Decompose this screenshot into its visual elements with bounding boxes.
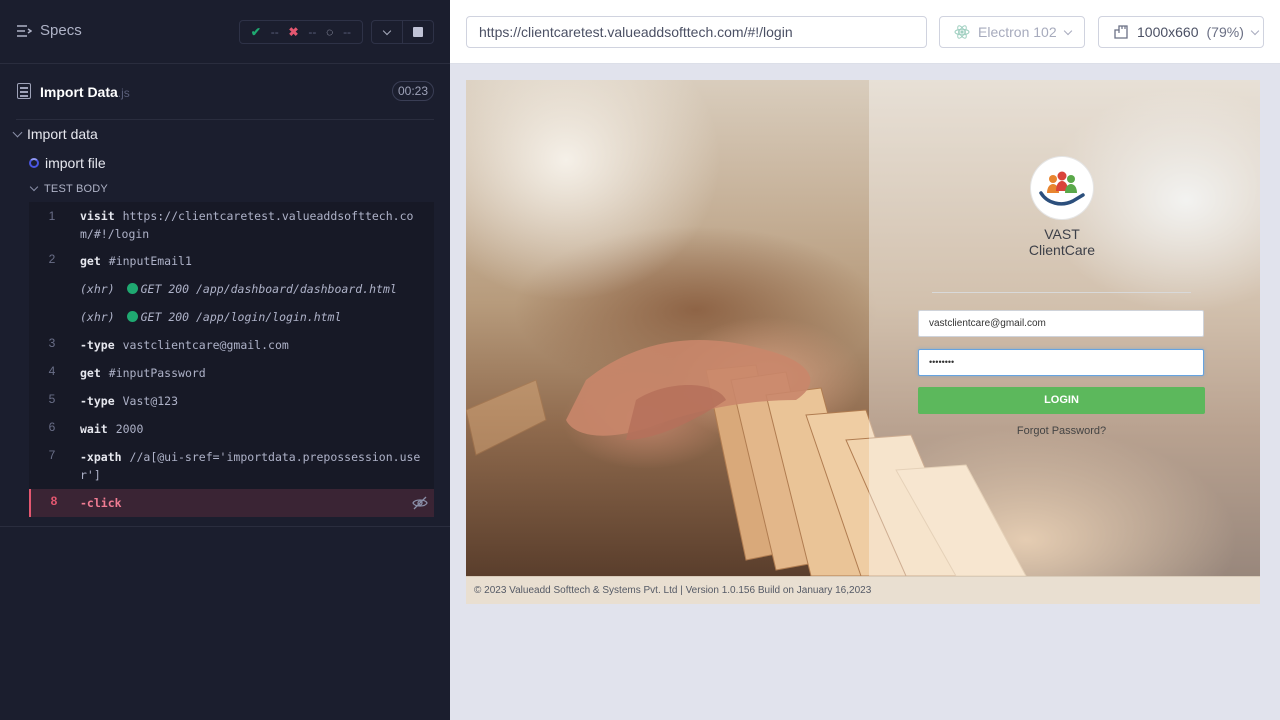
command-number: 3 <box>48 336 56 350</box>
passed-check-icon: ✔ <box>250 25 261 39</box>
command-name: (xhr) <box>80 282 115 296</box>
app-under-test: VAST ClientCare vastclientcare@gmail.com… <box>466 80 1260 604</box>
email-field[interactable]: vastclientcare@gmail.com <box>918 310 1204 337</box>
divider <box>16 119 434 120</box>
chevron-down-icon <box>1250 26 1260 35</box>
pending-circle-icon: ◌ <box>326 25 334 39</box>
command-row[interactable]: 5 -type Vast@123 <box>29 387 434 415</box>
command-name: -xpath <box>80 450 122 464</box>
command-row-failed[interactable]: 8 -click <box>29 489 434 517</box>
command-name: get <box>80 366 101 380</box>
failed-count: -- <box>308 25 317 39</box>
command-row[interactable]: (xhr) GET 200 /app/login/login.html <box>29 303 434 331</box>
run-controls <box>371 20 434 44</box>
command-message: https://clientcaretest.valueaddsofttech.… <box>80 209 414 241</box>
browser-selector[interactable]: Electron 102 <box>939 16 1085 48</box>
eye-slash-icon[interactable] <box>412 496 428 510</box>
command-name: -type <box>80 338 115 352</box>
command-message: Vast@123 <box>122 394 179 408</box>
brand-line-2: ClientCare <box>1028 242 1096 258</box>
suite-title: Import data <box>27 126 98 142</box>
command-name: visit <box>80 209 115 223</box>
running-spinner-icon <box>29 158 39 168</box>
specs-button[interactable]: Specs <box>16 22 82 39</box>
command-row[interactable]: 6 wait 2000 <box>29 415 434 443</box>
reporter-header: Specs ✔ -- ✖ -- ◌ -- <box>0 0 450 64</box>
brand-line-1: VAST <box>1044 226 1080 242</box>
spec-ext: .js <box>117 86 130 100</box>
divider <box>0 526 450 527</box>
browser-label: Electron 102 <box>978 24 1057 40</box>
command-message: #inputEmail1 <box>108 254 192 268</box>
command-row[interactable]: (xhr) GET 200 /app/dashboard/dashboard.ht… <box>29 275 434 303</box>
file-icon <box>17 83 31 99</box>
test-body-toggle[interactable]: TEST BODY <box>29 182 108 195</box>
login-button[interactable]: LOGIN <box>918 387 1205 414</box>
command-message: //a[@ui-sref='importdata.prepossession.u… <box>80 450 421 482</box>
forgot-password-link[interactable]: Forgot Password? <box>918 425 1205 437</box>
chevron-down-icon <box>382 26 392 35</box>
brand-name: VAST ClientCare <box>1012 226 1112 258</box>
command-name: -type <box>80 394 115 408</box>
command-message: 2000 <box>115 422 144 436</box>
viewport-size: 1000x660 <box>1137 24 1199 40</box>
stop-icon <box>413 27 423 37</box>
url-bar[interactable]: https://clientcaretest.valueaddsofttech.… <box>466 16 927 48</box>
passed-count: -- <box>270 25 279 39</box>
stop-button[interactable] <box>403 21 433 43</box>
command-message: #inputPassword <box>108 366 206 380</box>
command-row[interactable]: 4 get #inputPassword <box>29 359 434 387</box>
command-message: GET 200 /app/login/login.html <box>140 310 342 324</box>
command-number: 7 <box>48 448 56 462</box>
command-number: 4 <box>48 364 56 378</box>
command-message: GET 200 /app/dashboard/dashboard.html <box>140 282 397 296</box>
divider <box>932 292 1191 293</box>
command-name: -click <box>80 496 122 510</box>
specs-list-icon <box>17 24 32 37</box>
app-footer: © 2023 Valueadd Softtech & Systems Pvt. … <box>466 576 1260 604</box>
password-field[interactable]: •••••••• <box>918 349 1204 376</box>
specs-label: Specs <box>40 22 82 39</box>
command-number: 2 <box>48 252 56 266</box>
electron-icon <box>954 25 970 39</box>
command-name: (xhr) <box>80 310 115 324</box>
command-number: 8 <box>50 494 58 508</box>
status-dot-icon <box>126 311 138 322</box>
pending-count: -- <box>343 25 352 39</box>
viewport-info[interactable]: 1000x660 (79%) <box>1098 16 1264 48</box>
command-name: wait <box>80 422 108 436</box>
spec-name: Import Data <box>40 84 118 100</box>
command-number: 6 <box>48 420 56 434</box>
test-stats: ✔ -- ✖ -- ◌ -- <box>239 20 363 44</box>
command-number: 1 <box>48 209 56 223</box>
command-row[interactable]: 2 get #inputEmail1 <box>29 247 434 275</box>
spec-duration: 00:23 <box>392 81 434 101</box>
collapse-button[interactable] <box>372 21 403 43</box>
test-import-file[interactable]: import file <box>29 155 106 171</box>
test-title: import file <box>45 155 106 171</box>
chevron-down-icon <box>29 182 39 192</box>
aut-header: https://clientcaretest.valueaddsofttech.… <box>450 0 1280 64</box>
command-row[interactable]: 1 visit https://clientcaretest.valueaddso… <box>29 202 434 247</box>
command-log: 1 visit https://clientcaretest.valueaddso… <box>29 202 434 517</box>
status-dot-icon <box>126 283 138 294</box>
zoom-level: (79%) <box>1206 24 1244 40</box>
vast-logo <box>1031 157 1093 219</box>
test-body-label: TEST BODY <box>44 183 108 195</box>
chevron-down-icon <box>1063 26 1072 35</box>
command-number: 5 <box>48 392 56 406</box>
spec-title[interactable]: Import Data.js <box>40 84 130 100</box>
command-message: vastclientcare@gmail.com <box>122 338 289 352</box>
command-name: get <box>80 254 101 268</box>
command-row[interactable]: 7 -xpath//a[@ui-sref='importdata.preposs… <box>29 443 434 489</box>
failed-x-icon: ✖ <box>288 25 299 39</box>
suite-import-data[interactable]: Import data <box>12 126 98 142</box>
command-row[interactable]: 3 -type vastclientcare@gmail.com <box>29 331 434 359</box>
ruler-icon <box>1114 25 1128 39</box>
reporter-panel: Specs ✔ -- ✖ -- ◌ -- Import Data.js 00:2… <box>0 0 450 720</box>
chevron-down-icon <box>12 127 23 137</box>
